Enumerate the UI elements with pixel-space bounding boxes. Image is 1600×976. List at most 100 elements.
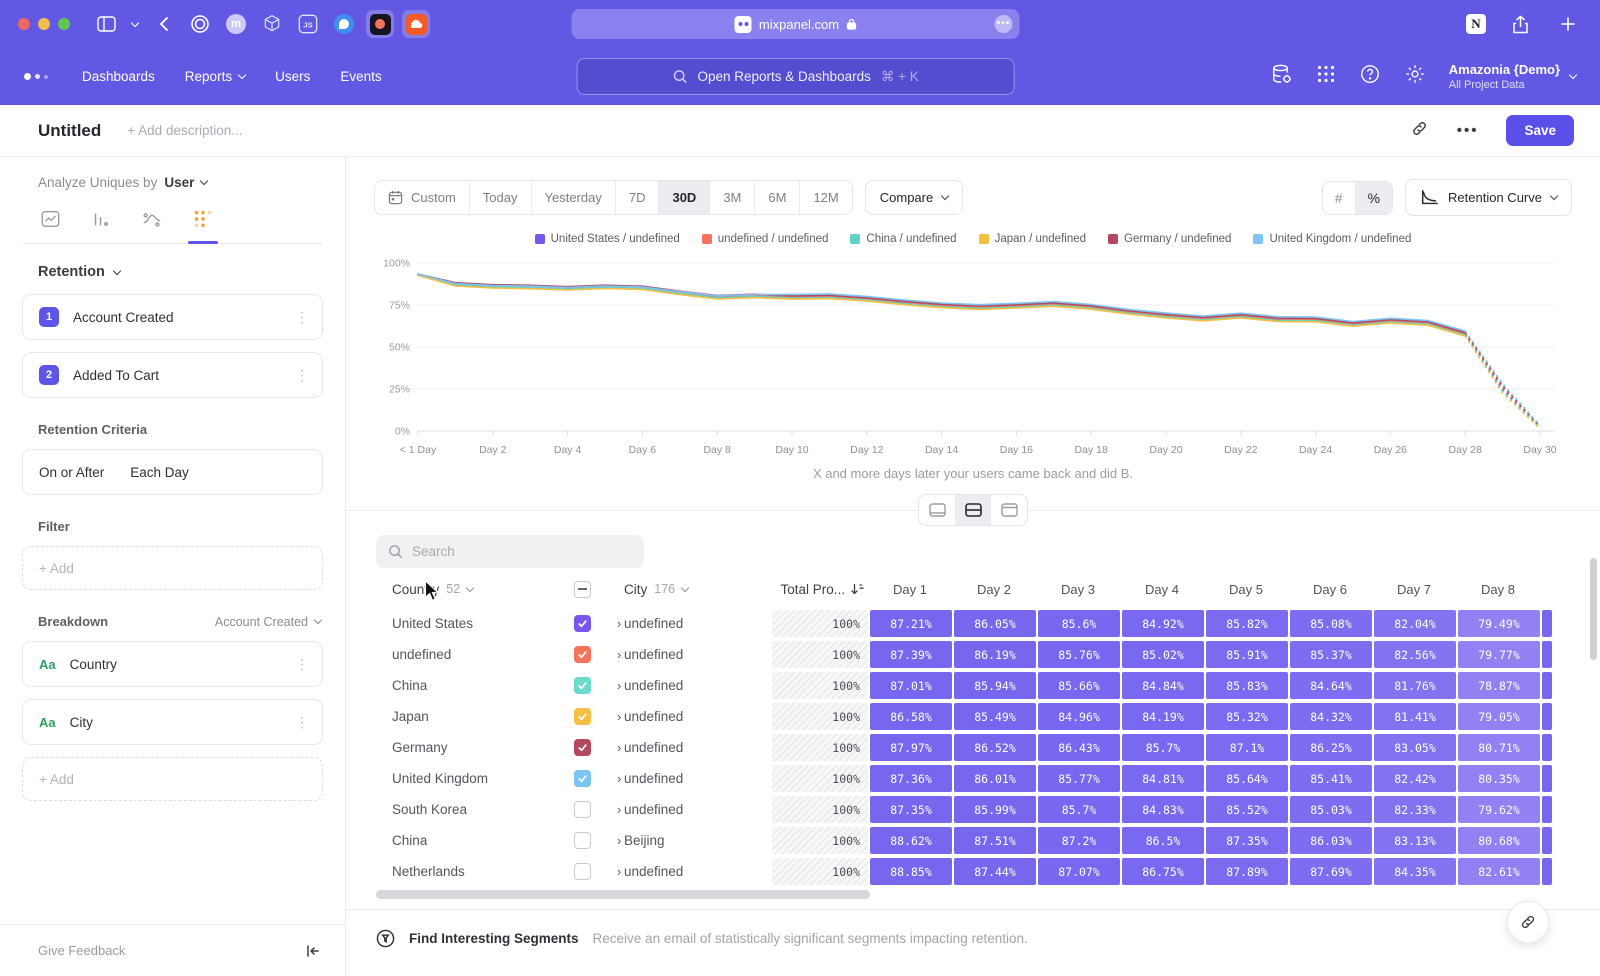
column-city[interactable]: City 176 <box>624 582 772 597</box>
retention-cell[interactable]: 87.07% <box>1038 858 1120 885</box>
retention-cell[interactable]: 86.01% <box>954 765 1036 792</box>
range-30d[interactable]: 30D <box>658 181 709 214</box>
breakdown-scope-selector[interactable]: Account Created <box>215 615 321 629</box>
retention-cell[interactable]: 85.37% <box>1290 641 1372 668</box>
expand-row-icon[interactable]: › <box>617 771 621 786</box>
retention-cell[interactable]: 85.32% <box>1206 703 1288 730</box>
retention-cell[interactable]: 84.32% <box>1290 703 1372 730</box>
column-day-3[interactable]: Day 3 <box>1036 582 1120 597</box>
retention-cell[interactable]: 82.42% <box>1374 765 1456 792</box>
retention-cell[interactable]: 87.35% <box>870 796 952 823</box>
close-window-button[interactable] <box>18 18 30 30</box>
retention-cell[interactable]: 84.19% <box>1122 703 1204 730</box>
apps-grid-icon[interactable] <box>1316 64 1336 89</box>
url-bar[interactable]: mixpanel.com ••• <box>572 9 1020 39</box>
retention-cell[interactable]: 83.05% <box>1374 734 1456 761</box>
row-checkbox[interactable] <box>574 615 591 632</box>
retention-cell[interactable]: 85.99% <box>954 796 1036 823</box>
retention-cell[interactable]: 81.41% <box>1374 703 1456 730</box>
range-3m[interactable]: 3M <box>709 181 754 214</box>
range-yesterday[interactable]: Yesterday <box>531 181 615 214</box>
column-total[interactable]: Total Pro... <box>772 582 868 597</box>
row-checkbox[interactable] <box>574 863 591 880</box>
retention-cell[interactable]: 85.76% <box>1038 641 1120 668</box>
data-management-icon[interactable] <box>1270 63 1293 91</box>
retention-cell[interactable]: 86.19% <box>954 641 1036 668</box>
retention-cell[interactable]: 87.01% <box>870 672 952 699</box>
collapse-sidebar-icon[interactable] <box>305 944 321 958</box>
retention-cell[interactable]: 85.6% <box>1038 610 1120 637</box>
settings-gear-icon[interactable] <box>1404 63 1426 90</box>
retention-cell[interactable]: 84.83% <box>1122 796 1204 823</box>
retention-chart[interactable]: 0%25%50%75%100%< 1 DayDay 2Day 4Day 6Day… <box>372 253 1576 464</box>
legend-item-united-kingdom-undefined[interactable]: United Kingdom / undefined <box>1253 233 1411 245</box>
table-row-japan-undefined[interactable]: Japan › undefined 100% 86.58%85.49%84.96… <box>376 703 1600 730</box>
legend-item-china-undefined[interactable]: China / undefined <box>850 233 956 245</box>
retention-cell[interactable]: 85.83% <box>1206 672 1288 699</box>
extension-cube-icon[interactable] <box>258 10 286 38</box>
retention-cell[interactable]: 78.87% <box>1458 672 1540 699</box>
retention-criteria-card[interactable]: On or After Each Day <box>22 449 323 495</box>
nav-item-reports[interactable]: Reports <box>185 69 245 84</box>
retention-cell[interactable]: 84.96% <box>1038 703 1120 730</box>
copy-link-icon[interactable] <box>1410 119 1429 143</box>
retention-cell[interactable]: 85.08% <box>1290 610 1372 637</box>
retention-cell[interactable]: 87.1% <box>1206 734 1288 761</box>
sidebar-toggle-icon[interactable] <box>92 10 120 38</box>
expand-row-icon[interactable]: › <box>617 647 621 662</box>
save-button[interactable]: Save <box>1506 115 1574 146</box>
retention-cell[interactable]: 85.77% <box>1038 765 1120 792</box>
chart-type-button[interactable]: Retention Curve <box>1405 179 1572 216</box>
extension-bird-icon[interactable] <box>330 10 358 38</box>
retention-cell[interactable]: 83.13% <box>1374 827 1456 854</box>
kebab-menu-icon[interactable]: ⋮ <box>295 367 309 384</box>
retention-cell[interactable]: 85.66% <box>1038 672 1120 699</box>
range-today[interactable]: Today <box>469 181 531 214</box>
row-checkbox[interactable] <box>574 708 591 725</box>
retention-cell[interactable]: 85.91% <box>1206 641 1288 668</box>
legend-item-japan-undefined[interactable]: Japan / undefined <box>979 233 1086 245</box>
retention-cell[interactable]: 87.97% <box>870 734 952 761</box>
extension-soundcloud-icon[interactable] <box>402 10 430 38</box>
back-button[interactable] <box>150 10 178 38</box>
kebab-menu-icon[interactable]: ⋮ <box>295 309 309 326</box>
row-checkbox[interactable] <box>574 677 591 694</box>
range-7d[interactable]: 7D <box>615 181 659 214</box>
add-breakdown-button[interactable]: + Add <box>22 757 323 801</box>
retention-cell[interactable]: 81.76% <box>1374 672 1456 699</box>
column-day-7[interactable]: Day 7 <box>1372 582 1456 597</box>
share-link-fab[interactable] <box>1507 901 1549 943</box>
tab-overview-chevron-icon[interactable] <box>128 10 142 38</box>
analyze-value[interactable]: User <box>164 175 194 190</box>
row-checkbox[interactable] <box>574 646 591 663</box>
expand-row-icon[interactable]: › <box>617 709 621 724</box>
retention-cell[interactable]: 87.35% <box>1206 827 1288 854</box>
retention-cell[interactable]: 87.44% <box>954 858 1036 885</box>
step-card-added-to-cart[interactable]: 2 Added To Cart ⋮ <box>22 352 323 398</box>
layout-table-only-button[interactable] <box>991 495 1027 525</box>
retention-cell[interactable]: 87.51% <box>954 827 1036 854</box>
column-country[interactable]: Country 52 <box>376 582 568 597</box>
expand-row-icon[interactable]: › <box>617 678 621 693</box>
unit-absolute[interactable]: # <box>1323 182 1355 214</box>
criteria-interval[interactable]: Each Day <box>130 465 189 480</box>
minimize-window-button[interactable] <box>38 18 50 30</box>
tab-retention[interactable] <box>191 208 215 230</box>
retention-cell[interactable]: 84.81% <box>1122 765 1204 792</box>
project-switcher[interactable]: Amazonia {Demo} All Project Data <box>1449 62 1576 91</box>
breakdown-card-country[interactable]: Aa Country ⋮ <box>22 641 323 687</box>
retention-cell[interactable]: 79.62% <box>1458 796 1540 823</box>
legend-item-germany-undefined[interactable]: Germany / undefined <box>1108 233 1231 245</box>
retention-cell[interactable]: 85.02% <box>1122 641 1204 668</box>
retention-section-header[interactable]: Retention <box>38 264 323 280</box>
retention-cell[interactable]: 87.69% <box>1290 858 1372 885</box>
kebab-menu-icon[interactable]: ⋮ <box>295 656 309 673</box>
column-day-6[interactable]: Day 6 <box>1288 582 1372 597</box>
table-row-china-undefined[interactable]: China › undefined 100% 87.01%85.94%85.66… <box>376 672 1600 699</box>
select-all-checkbox[interactable] <box>574 581 591 598</box>
row-checkbox[interactable] <box>574 770 591 787</box>
retention-cell[interactable]: 86.03% <box>1290 827 1372 854</box>
retention-cell[interactable]: 86.58% <box>870 703 952 730</box>
retention-cell[interactable]: 86.75% <box>1122 858 1204 885</box>
range-6m[interactable]: 6M <box>754 181 799 214</box>
